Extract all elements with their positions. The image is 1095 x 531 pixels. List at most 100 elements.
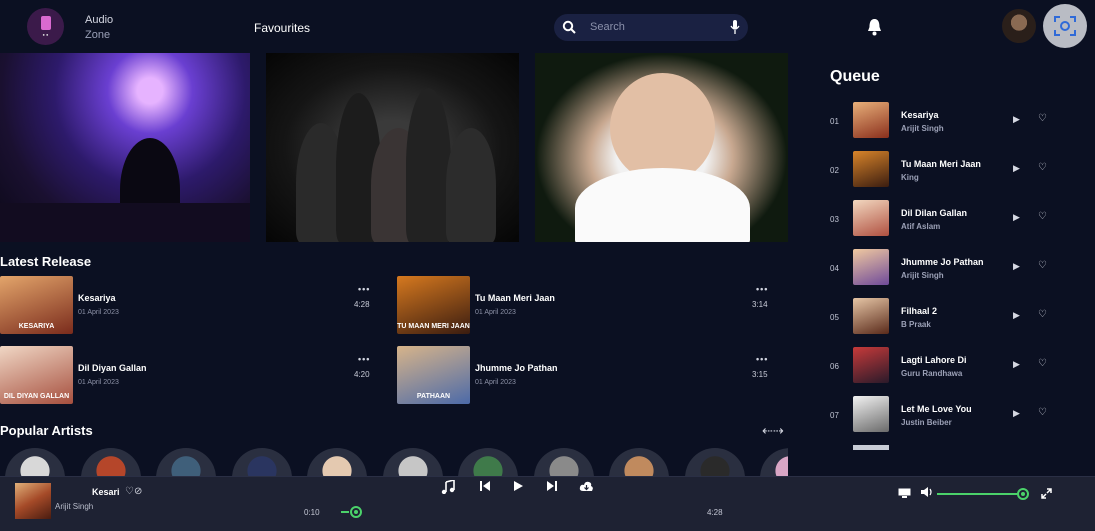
more-options-icon[interactable]: •••	[358, 354, 370, 364]
queue-song-title[interactable]: Kesariya	[901, 110, 939, 120]
queue-thumbnail[interactable]	[853, 200, 889, 236]
volume-icon[interactable]	[920, 486, 934, 498]
queue-song-artist: Justin Beiber	[901, 418, 952, 427]
queue-thumbnail-partial	[853, 445, 889, 450]
volume-handle[interactable]	[1017, 488, 1029, 500]
release-title[interactable]: Tu Maan Meri Jaan	[475, 293, 555, 303]
volume-fill	[937, 493, 1019, 495]
next-icon[interactable]	[546, 480, 558, 492]
cloud-download-icon[interactable]	[579, 480, 594, 492]
queue-song-artist: Arijit Singh	[901, 271, 944, 280]
release-thumbnail[interactable]: DIL DIYAN GALLAN	[0, 346, 73, 404]
queue-song-artist: B Praak	[901, 320, 931, 329]
artist-avatar[interactable]	[760, 448, 788, 476]
queue-thumbnail[interactable]	[853, 249, 889, 285]
now-playing-title: Kesari	[92, 487, 120, 497]
fullscreen-icon[interactable]	[1041, 488, 1052, 499]
queue-title: Queue	[830, 68, 880, 85]
current-time: 0:10	[304, 508, 320, 517]
queue-song-title[interactable]: Lagti Lahore Di	[901, 355, 967, 365]
queue-song-title[interactable]: Jhumme Jo Pathan	[901, 257, 984, 267]
heart-icon[interactable]: ♡	[1038, 309, 1047, 320]
play-icon[interactable]: ▶	[1013, 163, 1020, 174]
release-thumbnail-text: PATHAAN	[416, 393, 451, 400]
queue-number: 07	[830, 411, 839, 420]
heart-icon[interactable]: ♡	[1038, 113, 1047, 124]
queue-song-artist: Atif Aslam	[901, 222, 941, 231]
release-date: 01 April 2023	[78, 379, 119, 386]
queue-thumbnail[interactable]	[853, 151, 889, 187]
queue-thumbnail[interactable]	[853, 102, 889, 138]
queue-song-artist: Arijit Singh	[901, 124, 944, 133]
heart-icon[interactable]: ♡	[1038, 260, 1047, 271]
more-options-icon[interactable]: •••	[756, 354, 768, 364]
release-duration: 4:28	[354, 300, 370, 309]
queue-song-title[interactable]: Tu Maan Meri Jaan	[901, 159, 981, 169]
queue-song-title[interactable]: Filhaal 2	[901, 306, 937, 316]
now-playing-artist: Arijit Singh	[55, 502, 94, 511]
progress-handle[interactable]	[350, 506, 362, 518]
release-title[interactable]: Dil Diyan Gallan	[78, 363, 147, 373]
queue-number: 06	[830, 362, 839, 371]
play-icon[interactable]: ▶	[1013, 310, 1020, 321]
release-date: 01 April 2023	[78, 309, 119, 316]
music-note-icon[interactable]	[441, 480, 455, 494]
play-icon[interactable]: ▶	[1013, 261, 1020, 272]
total-time: 4:28	[707, 508, 723, 517]
release-thumbnail[interactable]: PATHAAN	[397, 346, 470, 404]
more-options-icon[interactable]: •••	[358, 284, 370, 294]
play-icon[interactable]	[512, 480, 524, 492]
play-icon[interactable]: ▶	[1013, 359, 1020, 370]
more-options-icon[interactable]: •••	[756, 284, 768, 294]
release-duration: 4:20	[354, 370, 370, 379]
queue-song-title[interactable]: Dil Dilan Gallan	[901, 208, 967, 218]
release-duration: 3:14	[752, 300, 768, 309]
artist-avatar[interactable]	[382, 448, 443, 476]
artist-avatar[interactable]	[609, 448, 669, 476]
queue-number: 01	[830, 117, 839, 126]
bell-icon[interactable]	[866, 18, 883, 36]
queue-song-artist: King	[901, 173, 919, 182]
release-thumbnail[interactable]: KESARIYA	[0, 276, 73, 334]
screen-icon[interactable]	[898, 488, 911, 498]
artist-avatar[interactable]	[5, 448, 65, 476]
queue-number: 04	[830, 264, 839, 273]
heart-icon[interactable]: ♡	[1038, 211, 1047, 222]
now-playing-thumbnail	[15, 483, 51, 519]
heart-icon[interactable]: ♡	[1038, 358, 1047, 369]
artists-row	[0, 0, 788, 476]
artist-avatar[interactable]	[80, 448, 141, 476]
queue-song-artist: Guru Randhawa	[901, 369, 963, 378]
play-icon[interactable]: ▶	[1013, 114, 1020, 125]
release-duration: 3:15	[752, 370, 768, 379]
user-avatar[interactable]	[1002, 9, 1036, 43]
release-date: 01 April 2023	[475, 309, 516, 316]
queue-number: 02	[830, 166, 839, 175]
release-thumbnail-text: TU MAAN MERI JAAN	[397, 323, 470, 330]
like-block-icons[interactable]: ♡⊘	[125, 486, 142, 497]
artist-avatar[interactable]	[533, 448, 594, 476]
artist-avatar[interactable]	[307, 448, 367, 476]
screen-capture-icon[interactable]	[1043, 4, 1087, 48]
heart-icon[interactable]: ♡	[1038, 162, 1047, 173]
heart-icon[interactable]: ♡	[1038, 407, 1047, 418]
previous-icon[interactable]	[479, 480, 491, 492]
artist-avatar[interactable]	[156, 448, 216, 476]
queue-thumbnail[interactable]	[853, 347, 889, 383]
release-title[interactable]: Kesariya	[78, 293, 116, 303]
release-thumbnail-text: KESARIYA	[18, 323, 55, 330]
progress-fill	[341, 511, 349, 513]
artist-avatar[interactable]	[684, 448, 745, 476]
artist-avatar[interactable]	[458, 448, 518, 476]
artist-avatar[interactable]	[231, 448, 292, 476]
queue-number: 05	[830, 313, 839, 322]
release-title[interactable]: Jhumme Jo Pathan	[475, 363, 558, 373]
release-thumbnail[interactable]: TU MAAN MERI JAAN	[397, 276, 470, 334]
queue-thumbnail[interactable]	[853, 298, 889, 334]
play-icon[interactable]: ▶	[1013, 212, 1020, 223]
release-thumbnail-text: DIL DIYAN GALLAN	[3, 393, 70, 400]
release-date: 01 April 2023	[475, 379, 516, 386]
play-icon[interactable]: ▶	[1013, 408, 1020, 419]
queue-song-title[interactable]: Let Me Love You	[901, 404, 972, 414]
queue-thumbnail[interactable]	[853, 396, 889, 432]
